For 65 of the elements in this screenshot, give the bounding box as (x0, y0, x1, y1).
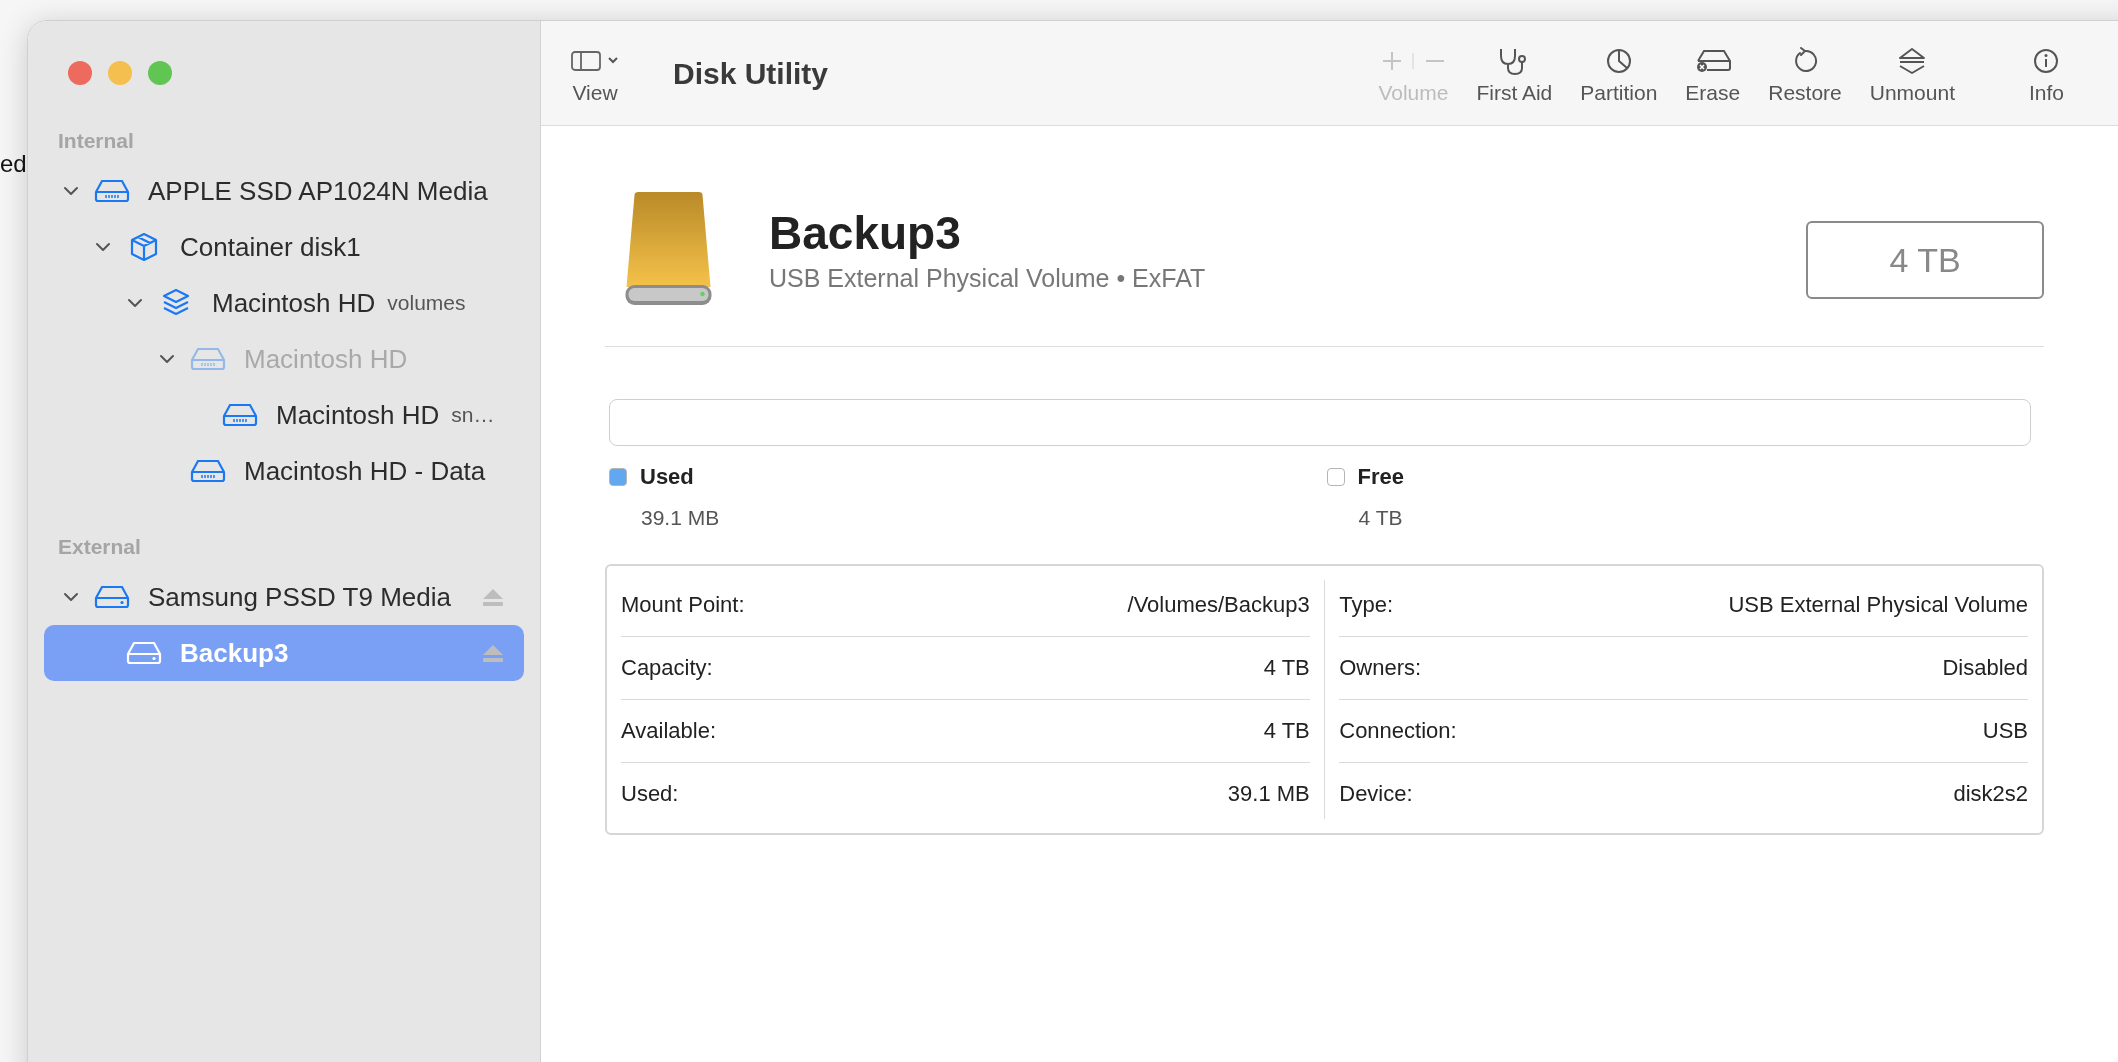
legend-label: Free (1357, 464, 1404, 490)
toolbar-button[interactable]: Partition (1580, 21, 1658, 125)
section-header: External (57, 534, 142, 560)
chevron-icon[interactable] (127, 298, 143, 308)
detail-value: 39.1 MB (1227, 781, 1310, 807)
sidebar-item[interactable]: Samsung PSSD T9 Media (44, 569, 524, 625)
toolbar-button[interactable]: First Aid (1476, 21, 1553, 125)
item-detail: sn… (451, 403, 495, 427)
detail-label: Owners: (1339, 655, 1422, 681)
detail-value: Disabled (1942, 655, 2028, 681)
sidebar-item[interactable]: Container disk1 (44, 219, 524, 275)
volume-name: Backup3 (769, 206, 962, 260)
detail-label: Device: (1339, 781, 1413, 807)
info-icon (2032, 47, 2061, 75)
item-label: Macintosh HD (244, 343, 408, 375)
drive-icon (126, 641, 162, 665)
background-text: ed (0, 150, 27, 178)
sidebar-item[interactable]: APPLE SSD AP1024N Media (44, 163, 524, 219)
sidebar-icon (571, 50, 619, 72)
detail-value: disk2s2 (1953, 781, 2028, 807)
item-detail: volumes (387, 291, 466, 315)
drive-icon (190, 459, 226, 483)
detail-label: Available: (621, 718, 716, 744)
detail-label: Used: (621, 781, 679, 807)
detail-label: Type: (1339, 592, 1394, 618)
toolbar-button[interactable]: Unmount (1869, 21, 1955, 125)
capacity-label: 4 TB (1806, 221, 2044, 299)
legend-label: Used (640, 464, 694, 490)
pie-chart-icon (1604, 47, 1633, 75)
legend-value: 4 TB (1358, 506, 1404, 530)
item-label: Samsung PSSD T9 Media (148, 581, 451, 613)
erase-drive-icon (1694, 48, 1731, 74)
section-header: Internal (57, 128, 135, 154)
plus-minus-icon (1380, 49, 1447, 73)
item-label: Container disk1 (180, 231, 361, 263)
detail-value: 4 TB (1263, 718, 1310, 744)
chevron-icon[interactable] (95, 242, 111, 252)
toolbar-button[interactable]: Restore (1768, 21, 1842, 125)
detail-label: Connection: (1339, 718, 1457, 744)
detail-label: Mount Point: (621, 592, 745, 618)
info-button[interactable]: Info (2028, 21, 2064, 125)
item-label: Backup3 (180, 637, 289, 669)
detail-value: USB (1982, 718, 2028, 744)
legend-value: 39.1 MB (641, 506, 721, 530)
item-label: Macintosh HD (276, 399, 440, 431)
window-title: Disk Utility (673, 56, 829, 92)
drive-icon (190, 347, 226, 371)
drive-icon (222, 403, 258, 427)
item-label: Macintosh HD (212, 287, 376, 319)
chevron-icon[interactable] (63, 592, 79, 602)
drive-icon (94, 179, 130, 203)
detail-value: /Volumes/Backup3 (1127, 592, 1310, 618)
item-label: Macintosh HD - Data (244, 455, 486, 487)
sidebar-item[interactable]: Macintosh HD volumes (44, 275, 524, 331)
volume-description: USB External Physical Volume • ExFAT (769, 264, 1206, 293)
detail-label: Capacity: (621, 655, 713, 681)
toolbar-button[interactable]: Erase (1685, 21, 1741, 125)
chevron-icon[interactable] (63, 186, 79, 196)
item-label: APPLE SSD AP1024N Media (148, 175, 488, 207)
detail-value: USB External Physical Volume (1728, 592, 2028, 618)
view-button[interactable]: View (571, 21, 619, 125)
detail-value: 4 TB (1263, 655, 1310, 681)
sidebar-item[interactable]: Macintosh HD - Data (44, 443, 524, 499)
unmount-icon (1897, 47, 1928, 75)
drive-icon (94, 585, 130, 609)
